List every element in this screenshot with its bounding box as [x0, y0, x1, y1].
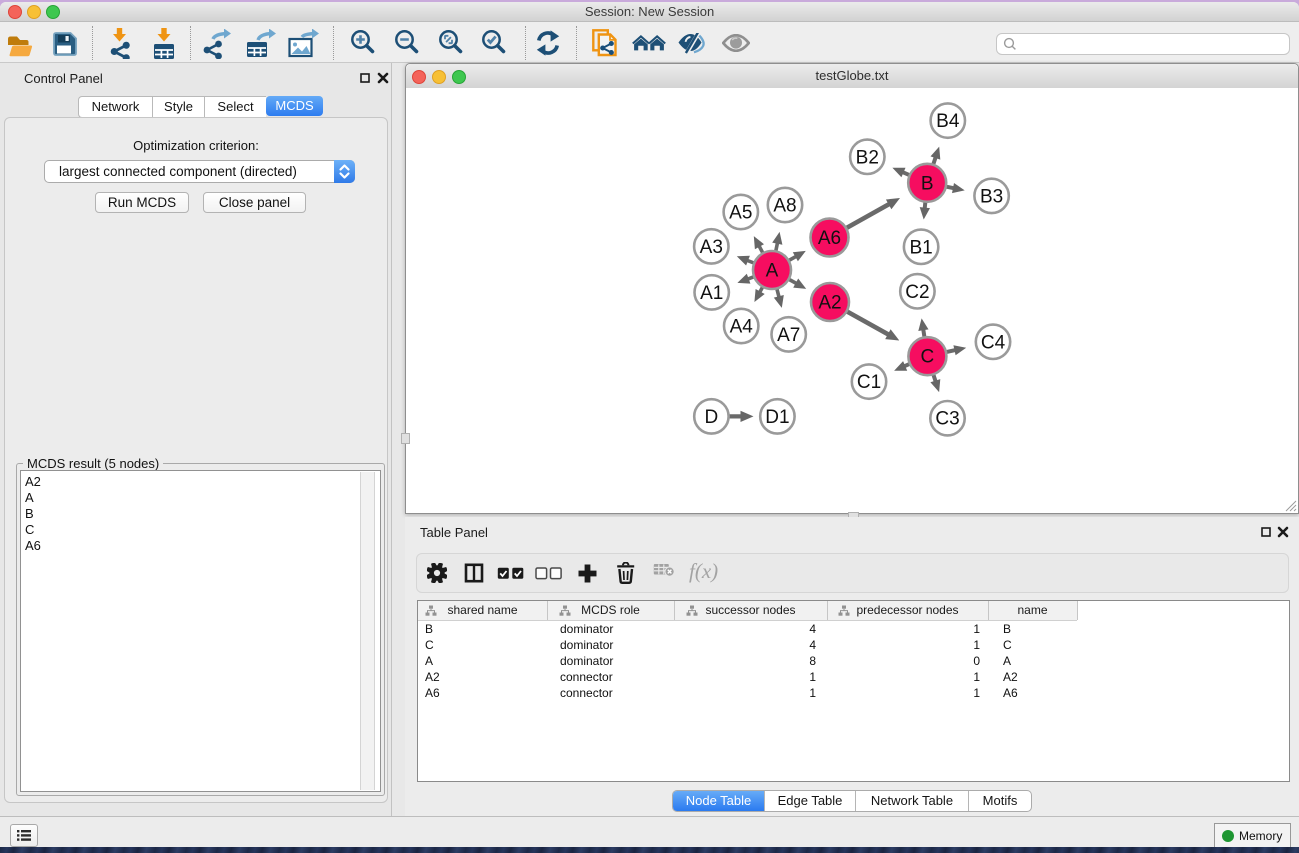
svg-text:B2: B2: [856, 147, 879, 168]
svg-text:A7: A7: [777, 325, 800, 346]
svg-text:A5: A5: [729, 203, 752, 224]
svg-text:A: A: [766, 261, 779, 282]
svg-text:B4: B4: [936, 111, 960, 132]
svg-text:A3: A3: [700, 237, 723, 258]
svg-text:B3: B3: [980, 186, 1003, 207]
svg-text:B: B: [921, 173, 934, 194]
svg-text:C4: C4: [981, 332, 1006, 353]
svg-text:A4: A4: [730, 317, 754, 338]
svg-text:D: D: [705, 407, 719, 428]
svg-text:A2: A2: [818, 293, 841, 314]
svg-text:A8: A8: [773, 196, 796, 217]
svg-text:D1: D1: [765, 407, 789, 428]
svg-text:C3: C3: [935, 409, 959, 430]
svg-text:C2: C2: [905, 282, 929, 303]
svg-text:C: C: [921, 347, 935, 368]
svg-text:A6: A6: [818, 228, 841, 249]
svg-text:B1: B1: [909, 237, 932, 258]
svg-text:A1: A1: [700, 283, 723, 304]
svg-text:C1: C1: [857, 372, 881, 393]
